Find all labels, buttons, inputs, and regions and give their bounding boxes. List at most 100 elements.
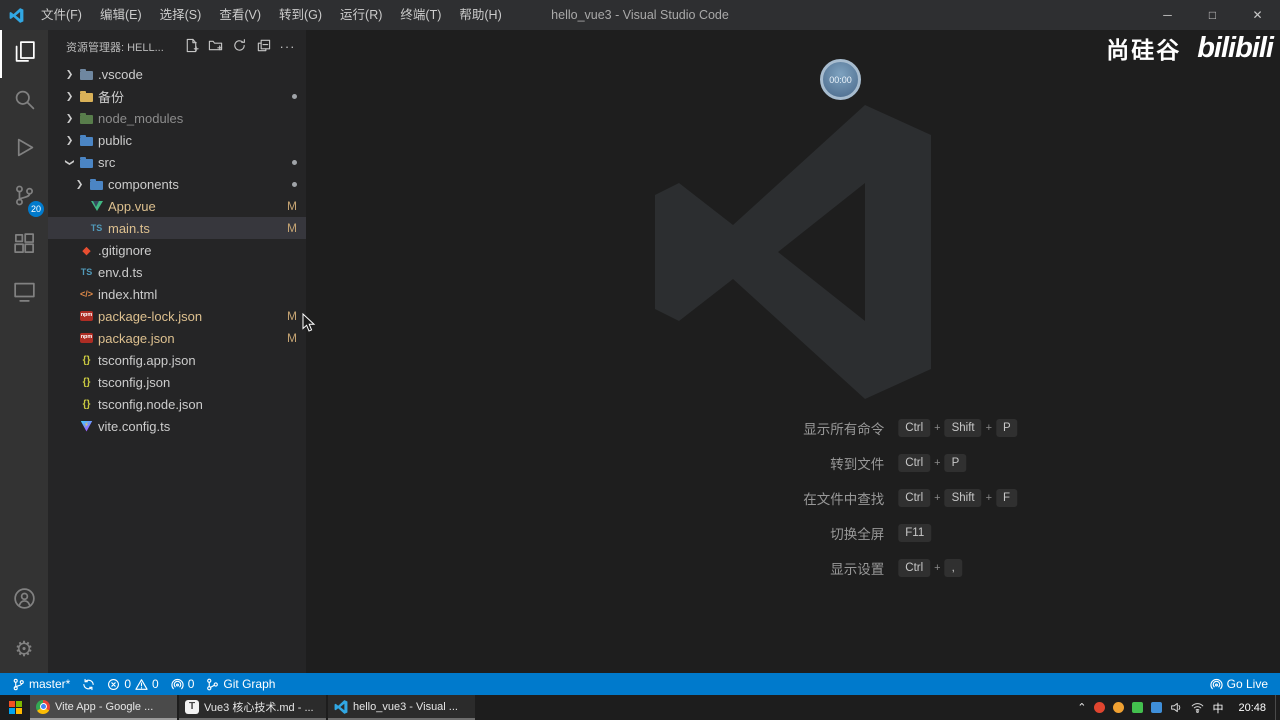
scm-badge: 20 xyxy=(28,201,44,217)
keycap: Shift xyxy=(944,488,982,507)
tree-item-.vscode[interactable]: ❯ .vscode xyxy=(48,63,306,85)
vscode-logo-icon xyxy=(0,7,32,23)
tree-item-label: .gitignore xyxy=(98,242,152,258)
tree-item-main.ts[interactable]: TS main.ts M xyxy=(48,217,306,239)
broadcast-icon xyxy=(171,678,184,691)
new-file-button[interactable] xyxy=(181,36,202,57)
file-tree: ❯ .vscode ❯ 备份 ❯ node_modules ❯ public ❯ src ❯ comp… xyxy=(48,63,306,673)
search-icon xyxy=(13,88,36,116)
activity-remote-explorer[interactable] xyxy=(0,270,48,318)
tree-item-package.json[interactable]: npm package.json M xyxy=(48,327,306,349)
activity-explorer[interactable] xyxy=(0,30,48,78)
tree-item-tsconfig.node.json[interactable]: {} tsconfig.node.json xyxy=(48,393,306,415)
shortcut-keys: Ctrl + Shift + F xyxy=(898,488,1018,507)
go-live-button[interactable]: Go Live xyxy=(1204,673,1274,695)
taskbar-app-vscode[interactable]: hello_vue3 - Visual ... xyxy=(328,695,475,720)
close-button[interactable]: ✕ xyxy=(1235,0,1280,30)
menu-item[interactable]: 编辑(E) xyxy=(91,0,151,30)
taskbar-clock[interactable]: 20:48 xyxy=(1229,695,1275,720)
tree-item-src[interactable]: ❯ src xyxy=(48,151,306,173)
problems-indicator[interactable]: 0 0 xyxy=(101,673,164,695)
collapse-all-button[interactable] xyxy=(253,36,274,57)
plus-separator: + xyxy=(934,456,941,469)
tree-item-vite.config.ts[interactable]: ⚡ vite.config.ts xyxy=(48,415,306,437)
taskbar-app-chrome[interactable]: Vite App - Google ... xyxy=(30,695,177,720)
folder-blue-icon xyxy=(77,151,96,173)
shortcut-keys: Ctrl + Shift + P xyxy=(898,418,1018,437)
maximize-button[interactable]: □ xyxy=(1190,0,1235,30)
git-graph-button[interactable]: Git Graph xyxy=(200,673,281,695)
start-button[interactable] xyxy=(0,695,30,720)
app-red-icon[interactable] xyxy=(1094,702,1106,713)
menu-item[interactable]: 帮助(H) xyxy=(450,0,510,30)
tree-item-components[interactable]: ❯ components xyxy=(48,173,306,195)
tree-item-env.d.ts[interactable]: TS env.d.ts xyxy=(48,261,306,283)
activity-account[interactable] xyxy=(0,577,48,625)
app-orange-icon[interactable] xyxy=(1113,702,1125,713)
network-icon[interactable] xyxy=(1191,701,1204,714)
ts-file-icon: TS xyxy=(90,223,103,233)
keycap: , xyxy=(944,558,962,577)
activity-run-debug[interactable] xyxy=(0,126,48,174)
workbench: 20 ⚙ 资源管理器: HELL... ··· ❯ .vscode ❯ 备份 ❯ node… xyxy=(0,30,1280,673)
show-desktop-button[interactable] xyxy=(1275,695,1280,720)
explorer-title: 资源管理器: HELL... xyxy=(66,41,164,54)
ime-chinese-icon[interactable]: 中 xyxy=(1212,700,1223,716)
menu-item[interactable]: 转到(G) xyxy=(270,0,331,30)
refresh-button[interactable] xyxy=(229,36,250,57)
gear-icon: ⚙ xyxy=(14,637,34,661)
activity-source-control[interactable]: 20 xyxy=(0,174,48,222)
menu-item[interactable]: 查看(V) xyxy=(210,0,270,30)
menu-bar: 文件(F) 编辑(E) 选择(S) 查看(V) 转到(G) 运行(R) 终端(T) 帮助(H) xyxy=(32,0,511,30)
tree-item-public[interactable]: ❯ public xyxy=(48,129,306,151)
tree-item-tsconfig.json[interactable]: {} tsconfig.json xyxy=(48,371,306,393)
account-icon xyxy=(13,587,36,615)
menu-item[interactable]: 终端(T) xyxy=(391,0,450,30)
json-braces-file-icon: {} xyxy=(82,398,91,410)
volume-icon[interactable] xyxy=(1170,701,1183,714)
windows-logo-icon xyxy=(8,701,22,714)
activity-settings[interactable]: ⚙ xyxy=(0,625,48,673)
npm-file-icon: npm xyxy=(77,327,96,349)
watermark-brand: 尚硅谷 bilibili xyxy=(1106,31,1274,65)
plus-separator: + xyxy=(934,421,941,434)
explorer-icon xyxy=(13,40,36,68)
menu-item[interactable]: 文件(F) xyxy=(32,0,91,30)
tree-item-tsconfig.app.json[interactable]: {} tsconfig.app.json xyxy=(48,349,306,371)
app-red-glyph xyxy=(1094,702,1106,713)
shortcut-label: 转到文件 xyxy=(830,456,885,472)
status-bar-left: master* 0 0 0 Git Graph xyxy=(6,673,281,695)
activity-search[interactable] xyxy=(0,78,48,126)
git-modified-badge: M xyxy=(287,309,297,323)
tree-item-App.vue[interactable]: App.vue M xyxy=(48,195,306,217)
taskbar-app-label: Vue3 核心技术.md - ... xyxy=(204,701,314,714)
minimize-button[interactable]: ─ xyxy=(1145,0,1190,30)
tree-item-备份[interactable]: ❯ 备份 xyxy=(48,85,306,107)
menu-item[interactable]: 选择(S) xyxy=(151,0,211,30)
ports-indicator[interactable]: 0 xyxy=(165,673,201,695)
more-button[interactable]: ··· xyxy=(277,36,298,57)
menu-item[interactable]: 运行(R) xyxy=(331,0,391,30)
tree-item-package-lock.json[interactable]: npm package-lock.json M xyxy=(48,305,306,327)
app-blue-icon[interactable] xyxy=(1151,702,1163,713)
tree-item-label: tsconfig.json xyxy=(98,374,171,390)
hidden-icons-chevron-icon[interactable]: ⌃ xyxy=(1077,701,1086,714)
branch-indicator[interactable]: master* xyxy=(6,673,76,695)
sync-button[interactable] xyxy=(76,673,101,695)
tree-item-label: src xyxy=(98,154,116,170)
activity-extensions[interactable] xyxy=(0,222,48,270)
new-folder-button[interactable] xyxy=(205,36,226,57)
tree-item-.gitignore[interactable]: ◆ .gitignore xyxy=(48,239,306,261)
tree-item-index.html[interactable]: </> index.html xyxy=(48,283,306,305)
folder-blue-icon xyxy=(77,129,96,151)
tree-item-node_modules[interactable]: ❯ node_modules xyxy=(48,107,306,129)
keycap: P xyxy=(944,453,967,472)
tree-item-label: vite.config.ts xyxy=(98,418,171,434)
shortcut-label: 显示设置 xyxy=(830,561,885,577)
tree-item-label: env.d.ts xyxy=(98,264,143,280)
changes-dot xyxy=(292,159,297,165)
taskbar-app-typora[interactable]: T Vue3 核心技术.md - ... xyxy=(179,695,326,720)
shortcut-list: 显示所有命令 Ctrl + Shift + P 转到文件 Ctrl + P 在文件中查找 Ctrl + S… xyxy=(568,410,1018,585)
window-title: hello_vue3 - Visual Studio Code xyxy=(551,8,729,22)
app-green-icon[interactable] xyxy=(1132,702,1144,713)
